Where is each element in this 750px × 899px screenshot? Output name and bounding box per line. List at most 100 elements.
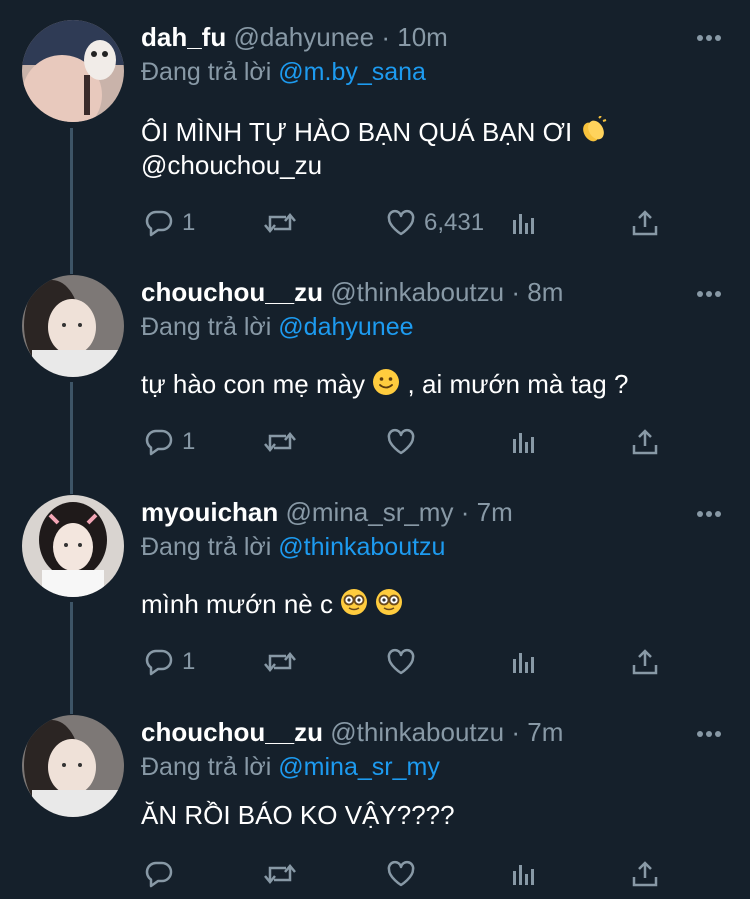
tweet-text-part: mình mướn nè c	[141, 589, 333, 619]
tweet[interactable]: myouichan @mina_sr_my · 7m Đang trả lời …	[0, 490, 750, 710]
display-name[interactable]: chouchou__zu	[141, 717, 323, 747]
tweet-text: tự hào con mẹ mày , ai mướn mà tag ?	[141, 365, 628, 406]
replying-to-mention[interactable]: @m.by_sana	[278, 58, 426, 86]
timestamp[interactable]: 7m	[477, 497, 513, 527]
separator-dot: ·	[511, 717, 520, 747]
tweet[interactable]: chouchou__zu @thinkaboutzu · 7m Đang trả…	[0, 710, 750, 899]
replying-to-mention[interactable]: @dahyunee	[278, 313, 413, 341]
like-button[interactable]	[386, 642, 416, 682]
tweet-text: ĂN RỒI BÁO KO VẬY????	[141, 800, 455, 830]
reply-count: 1	[182, 648, 196, 675]
reply-button[interactable]	[144, 854, 174, 894]
more-icon[interactable]	[694, 22, 724, 52]
like-icon	[386, 427, 416, 457]
more-icon[interactable]	[694, 718, 724, 748]
user-handle[interactable]: @thinkaboutzu	[330, 277, 504, 307]
retweet-button[interactable]	[262, 854, 298, 894]
slight-smile-emoji	[372, 368, 400, 406]
reply-icon	[144, 647, 174, 677]
retweet-button[interactable]	[262, 422, 298, 462]
analytics-button[interactable]	[509, 422, 539, 462]
more-icon[interactable]	[694, 498, 724, 528]
share-button[interactable]	[630, 642, 660, 682]
analytics-icon	[509, 647, 539, 677]
avatar[interactable]	[22, 275, 124, 377]
avatar[interactable]	[22, 715, 124, 817]
tweet-text-line: ÔI MÌNH TỰ HÀO BẠN QUÁ BẠN ƠI	[141, 117, 573, 147]
tweet-actions: 1	[0, 422, 750, 462]
display-name[interactable]: dah_fu	[141, 22, 226, 52]
replying-to: Đang trả lời @mina_sr_my	[141, 750, 440, 784]
user-handle[interactable]: @mina_sr_my	[285, 497, 453, 527]
reply-count: 1	[182, 428, 196, 455]
avatar[interactable]	[22, 495, 124, 597]
like-count: 6,431	[424, 209, 485, 236]
reply-icon	[144, 208, 174, 238]
share-icon	[630, 859, 660, 889]
analytics-button[interactable]	[509, 854, 539, 894]
nerd-face-emoji	[340, 588, 368, 626]
avatar[interactable]	[22, 20, 124, 122]
display-name[interactable]: chouchou__zu	[141, 277, 323, 307]
clapping-hands-emoji	[579, 115, 607, 154]
like-button[interactable]	[386, 422, 416, 462]
replying-to-label: Đang trả lời	[141, 533, 272, 561]
like-icon	[386, 647, 416, 677]
retweet-icon	[262, 859, 298, 889]
reply-button[interactable]: 1	[144, 642, 195, 682]
share-icon	[630, 427, 660, 457]
more-icon[interactable]	[694, 278, 724, 308]
analytics-button[interactable]	[509, 642, 539, 682]
display-name[interactable]: myouichan	[141, 497, 278, 527]
analytics-icon	[509, 859, 539, 889]
tweet-header: myouichan @mina_sr_my · 7m	[141, 495, 513, 529]
separator-dot: ·	[511, 277, 520, 307]
nerd-face-emoji	[375, 588, 403, 626]
retweet-icon	[262, 427, 298, 457]
like-button[interactable]	[386, 854, 416, 894]
reply-button[interactable]: 1	[144, 422, 195, 462]
retweet-icon	[262, 208, 298, 238]
share-icon	[630, 208, 660, 238]
share-button[interactable]	[630, 854, 660, 894]
analytics-icon	[509, 427, 539, 457]
tweet-text: mình mướn nè c	[141, 585, 403, 626]
reply-button[interactable]: 1	[144, 203, 195, 243]
tweet-actions: 1 6,431	[0, 203, 750, 243]
replying-to-mention[interactable]: @thinkaboutzu	[278, 533, 445, 561]
like-button[interactable]: 6,431	[386, 203, 484, 243]
reply-icon	[144, 859, 174, 889]
retweet-button[interactable]	[262, 203, 298, 243]
timestamp[interactable]: 7m	[527, 717, 563, 747]
tweet-header: chouchou__zu @thinkaboutzu · 8m	[141, 275, 563, 309]
separator-dot: ·	[460, 497, 470, 527]
replying-to: Đang trả lời @thinkaboutzu	[141, 530, 445, 564]
timestamp[interactable]: 10m	[397, 22, 448, 52]
tweet[interactable]: dah_fu @dahyunee · 10m Đang trả lời @m.b…	[0, 0, 750, 270]
share-icon	[630, 647, 660, 677]
replying-to-label: Đang trả lời	[141, 753, 272, 781]
reply-icon	[144, 427, 174, 457]
tweet-text-part: tự hào con mẹ mày	[141, 369, 366, 399]
replying-to: Đang trả lời @dahyunee	[141, 310, 414, 344]
replying-to-mention[interactable]: @mina_sr_my	[278, 753, 440, 781]
replying-to-label: Đang trả lời	[141, 313, 272, 341]
retweet-icon	[262, 647, 298, 677]
reply-count: 1	[182, 209, 196, 236]
retweet-button[interactable]	[262, 642, 298, 682]
tweet-text-part: , ai mướn mà tag ?	[407, 369, 629, 399]
share-button[interactable]	[630, 422, 660, 462]
separator-dot: ·	[381, 22, 390, 52]
tweet-actions	[0, 854, 750, 894]
like-icon	[386, 208, 416, 238]
user-handle[interactable]: @thinkaboutzu	[330, 717, 504, 747]
tweet[interactable]: chouchou__zu @thinkaboutzu · 8m Đang trả…	[0, 270, 750, 490]
tweet-text-mention[interactable]: @chouchou_zu	[141, 146, 322, 184]
timestamp[interactable]: 8m	[527, 277, 563, 307]
share-button[interactable]	[630, 203, 660, 243]
analytics-button[interactable]	[509, 203, 539, 243]
like-icon	[386, 859, 416, 889]
replying-to: Đang trả lời @m.by_sana	[141, 55, 426, 89]
user-handle[interactable]: @dahyunee	[233, 22, 374, 52]
tweet-header: chouchou__zu @thinkaboutzu · 7m	[141, 715, 563, 749]
